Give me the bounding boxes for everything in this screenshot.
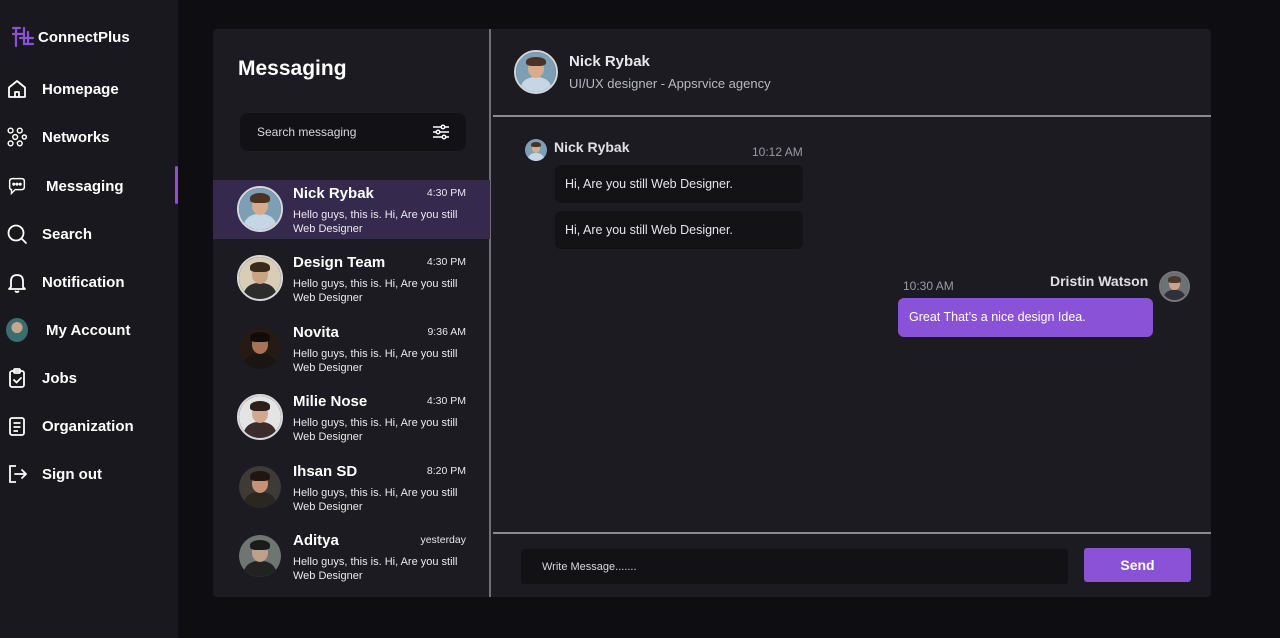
conversation-preview: Hello guys, this is. Hi, Are you still W… <box>293 348 458 374</box>
conversation-preview: Hello guys, this is. Hi, Are you still W… <box>293 487 458 513</box>
clipboard-check-icon <box>6 367 28 389</box>
message-sender: Dristin Watson <box>1050 273 1149 289</box>
sidebar-item-organization[interactable]: Organization <box>0 406 178 446</box>
search-messaging-input[interactable] <box>257 113 427 151</box>
conversation-item[interactable]: Design Team 4:30 PM Hello guys, this is.… <box>213 249 490 308</box>
conversation-name: Design Team <box>293 254 386 271</box>
conversation-name: Ihsan SD <box>293 463 358 480</box>
filter-sliders-icon[interactable] <box>432 124 450 140</box>
sidebar-item-notification[interactable]: Notification <box>0 262 178 302</box>
conversation-name: Aditya <box>293 532 339 549</box>
chat-contact-subtitle: UI/UX designer - Appsrvice agency <box>569 76 771 91</box>
document-icon <box>6 415 28 437</box>
messaging-panel: Messaging Nick Rybak 4:30 PM Hello guys,… <box>213 29 1211 597</box>
sidebar-item-homepage[interactable]: Homepage <box>0 69 178 109</box>
sidebar-item-my-account[interactable]: My Account <box>0 310 178 350</box>
conversation-time: 9:36 AM <box>427 326 466 338</box>
conversation-time: 4:30 PM <box>426 187 466 199</box>
sidebar-item-networks[interactable]: Networks <box>0 117 178 157</box>
chat-contact-name[interactable]: Nick Rybak <box>569 53 650 70</box>
avatar <box>1159 271 1190 302</box>
sidebar-item-label: Notification <box>42 273 125 291</box>
message-input[interactable] <box>542 549 1042 584</box>
sidebar-item-sign-out[interactable]: Sign out <box>0 454 178 494</box>
avatar <box>237 325 283 371</box>
divider <box>493 532 1211 534</box>
sidebar-item-label: Organization <box>42 417 134 435</box>
search-messaging-box <box>240 113 466 151</box>
avatar <box>237 464 283 510</box>
app-logo[interactable]: ConnectPlus <box>10 24 130 50</box>
home-icon <box>6 78 28 100</box>
sidebar-item-label: Homepage <box>42 80 119 98</box>
sidebar-item-label: Networks <box>42 128 110 146</box>
sign-out-icon <box>6 463 28 485</box>
chat-icon <box>6 175 28 197</box>
sidebar-item-label: Jobs <box>42 369 78 387</box>
sidebar-item-label: Sign out <box>42 465 102 483</box>
conversation-preview: Hello guys, this is. Hi, Are you still W… <box>293 278 458 304</box>
avatar <box>237 255 283 301</box>
conversation-name: Nick Rybak <box>293 185 374 202</box>
conversation-item[interactable]: Milie Nose 4:30 PM Hello guys, this is. … <box>213 388 490 447</box>
sidebar-item-jobs[interactable]: Jobs <box>0 358 178 398</box>
message-sender: Nick Rybak <box>554 139 630 155</box>
conversation-time: 4:30 PM <box>426 256 466 268</box>
app-name: ConnectPlus <box>38 28 130 46</box>
conversation-item[interactable]: Aditya yesterday Hello guys, this is. Hi… <box>213 527 490 586</box>
message-bubble-incoming: Hi, Are you still Web Designer. <box>555 165 803 203</box>
conversation-list-column: Messaging Nick Rybak 4:30 PM Hello guys,… <box>213 29 491 597</box>
network-icon <box>6 126 28 148</box>
message-bubble-incoming: Hi, Are you still Web Designer. <box>555 211 803 249</box>
sidebar-item-label: Search <box>42 225 93 243</box>
conversation-preview: Hello guys, this is. Hi, Are you still W… <box>293 209 458 235</box>
message-bubble-outgoing: Great That’s a nice design Idea. <box>898 298 1153 337</box>
avatar <box>237 533 283 579</box>
logo-icon <box>11 26 35 48</box>
avatar <box>6 318 28 342</box>
conversation-item[interactable]: Novita 9:36 AM Hello guys, this is. Hi, … <box>213 319 490 378</box>
send-button[interactable]: Send <box>1084 548 1191 582</box>
avatar <box>237 186 283 232</box>
sidebar: ConnectPlus Homepage Networks Messaging <box>0 0 178 638</box>
avatar <box>525 139 547 161</box>
sidebar-item-label: Messaging <box>46 177 124 195</box>
conversation-name: Milie Nose <box>293 393 368 410</box>
conversation-time: 8:20 PM <box>426 465 466 477</box>
divider <box>493 115 1211 117</box>
search-icon <box>6 223 28 245</box>
message-time: 10:12 AM <box>752 145 803 159</box>
page-title: Messaging <box>238 57 347 80</box>
chat-contact-avatar[interactable] <box>514 50 558 94</box>
conversation-item[interactable]: Nick Rybak 4:30 PM Hello guys, this is. … <box>213 180 490 239</box>
bell-icon <box>6 271 28 293</box>
conversation-time: yesterday <box>420 534 466 546</box>
conversation-preview: Hello guys, this is. Hi, Are you still W… <box>293 417 458 443</box>
conversation-item[interactable]: Ihsan SD 8:20 PM Hello guys, this is. Hi… <box>213 458 490 517</box>
avatar <box>237 394 283 440</box>
compose-box <box>521 549 1068 584</box>
sidebar-item-messaging[interactable]: Messaging <box>0 166 178 206</box>
conversation-time: 4:30 PM <box>426 395 466 407</box>
conversation-name: Novita <box>293 324 339 341</box>
conversation-preview: Hello guys, this is. Hi, Are you still W… <box>293 556 458 582</box>
sidebar-item-search[interactable]: Search <box>0 214 178 254</box>
message-time: 10:30 AM <box>903 279 954 293</box>
sidebar-item-label: My Account <box>46 321 131 339</box>
